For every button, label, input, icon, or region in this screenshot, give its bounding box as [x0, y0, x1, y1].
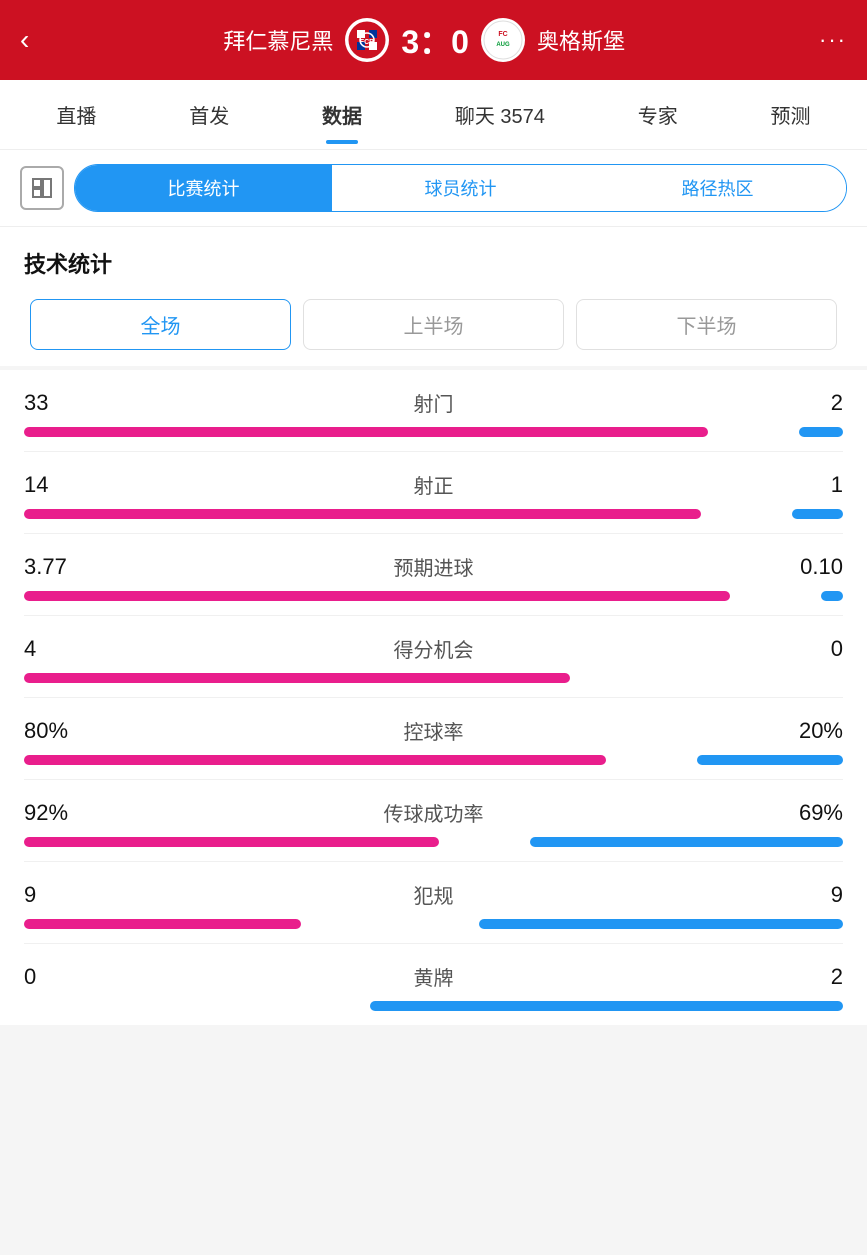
tab-lineup[interactable]: 首发: [181, 80, 237, 150]
stat-left-value: 0: [24, 964, 104, 990]
stat-bar-right: [792, 509, 843, 519]
stat-label: 传球成功率: [104, 798, 763, 827]
stat-bars: [24, 509, 843, 519]
stat-label: 控球率: [104, 716, 763, 745]
stat-left-value: 33: [24, 390, 104, 416]
stat-left-value: 3.77: [24, 554, 104, 580]
period-first-half[interactable]: 上半场: [303, 299, 564, 350]
stat-row: 92%传球成功率69%: [24, 780, 843, 862]
stat-right-value: 20%: [763, 718, 843, 744]
stat-bar-left: [24, 509, 701, 519]
sub-nav: 比赛统计 球员统计 路径热区: [0, 150, 867, 227]
stat-right-value: 9: [763, 882, 843, 908]
stat-right-value: 1: [763, 472, 843, 498]
sub-tab-player-stats[interactable]: 球员统计: [332, 165, 589, 211]
stat-right-value: 2: [763, 964, 843, 990]
stat-bars: [24, 755, 843, 765]
tab-chat[interactable]: 聊天 3574: [447, 80, 553, 150]
stat-left-value: 9: [24, 882, 104, 908]
stat-bar-right: [799, 427, 843, 437]
tab-expert[interactable]: 专家: [630, 80, 686, 150]
layout-icon[interactable]: [20, 166, 64, 210]
stat-label: 射正: [104, 470, 763, 499]
svg-text:AUG: AUG: [496, 42, 510, 48]
stat-bars: [24, 427, 843, 437]
stat-bar-left: [24, 673, 570, 683]
stat-bar-right: [530, 837, 843, 847]
stat-left-value: 80%: [24, 718, 104, 744]
stat-label: 黄牌: [104, 962, 763, 991]
main-nav: 直播 首发 数据 聊天 3574 专家 预测: [0, 80, 867, 150]
tab-live[interactable]: 直播: [48, 80, 104, 150]
more-button[interactable]: ···: [819, 27, 847, 53]
section-title: 技术统计: [0, 227, 867, 289]
stat-right-value: 0.10: [763, 554, 843, 580]
stat-left-value: 4: [24, 636, 104, 662]
stat-right-value: 0: [763, 636, 843, 662]
stat-bars: [24, 1001, 843, 1011]
stat-bar-left: [24, 755, 606, 765]
tab-stats[interactable]: 数据: [314, 80, 370, 150]
sub-tab-heatmap[interactable]: 路径热区: [589, 165, 846, 211]
stats-container: 33射门214射正13.77预期进球0.104得分机会080%控球率20%92%…: [0, 370, 867, 1025]
stat-bar-left: [24, 427, 708, 437]
stat-bar-right: [821, 591, 843, 601]
stat-row: 0黄牌2: [24, 944, 843, 1025]
home-team-name: 拜仁慕尼黑: [223, 24, 333, 56]
stat-right-value: 69%: [763, 800, 843, 826]
stat-row: 33射门2: [24, 370, 843, 452]
stat-label: 预期进球: [104, 552, 763, 581]
stat-label: 射门: [104, 388, 763, 417]
stat-bars: [24, 837, 843, 847]
stat-bar-right: [370, 1001, 843, 1011]
stat-label: 犯规: [104, 880, 763, 909]
stat-row: 4得分机会0: [24, 616, 843, 698]
match-score: 3：0: [401, 17, 469, 63]
period-second-half[interactable]: 下半场: [576, 299, 837, 350]
home-team-logo: FCB: [345, 18, 389, 62]
stat-bar-left: [24, 919, 301, 929]
svg-text:FC: FC: [498, 31, 507, 38]
stat-row: 3.77预期进球0.10: [24, 534, 843, 616]
period-selector: 全场 上半场 下半场: [0, 289, 867, 366]
stat-bars: [24, 591, 843, 601]
stat-bar-left: [24, 591, 730, 601]
stat-bar-right: [697, 755, 843, 765]
match-header: ‹ 拜仁慕尼黑 FCB 3：0 FC AUG 奥格斯堡 ···: [0, 0, 867, 80]
tab-predict[interactable]: 预测: [763, 80, 819, 150]
back-button[interactable]: ‹: [20, 24, 29, 56]
sub-tab-match-stats[interactable]: 比赛统计: [75, 165, 332, 211]
stat-bar-right: [479, 919, 843, 929]
stat-right-value: 2: [763, 390, 843, 416]
away-team-logo: FC AUG: [481, 18, 525, 62]
stat-row: 9犯规9: [24, 862, 843, 944]
svg-text:FCB: FCB: [360, 39, 374, 46]
sub-nav-tabs: 比赛统计 球员统计 路径热区: [74, 164, 847, 212]
stat-bars: [24, 673, 843, 683]
stat-row: 14射正1: [24, 452, 843, 534]
stat-bars: [24, 919, 843, 929]
period-full[interactable]: 全场: [30, 299, 291, 350]
stat-label: 得分机会: [104, 634, 763, 663]
away-team-name: 奥格斯堡: [537, 24, 625, 56]
stat-left-value: 14: [24, 472, 104, 498]
match-info: 拜仁慕尼黑 FCB 3：0 FC AUG 奥格斯堡: [29, 17, 819, 63]
stat-row: 80%控球率20%: [24, 698, 843, 780]
stat-bar-left: [24, 837, 439, 847]
stat-left-value: 92%: [24, 800, 104, 826]
